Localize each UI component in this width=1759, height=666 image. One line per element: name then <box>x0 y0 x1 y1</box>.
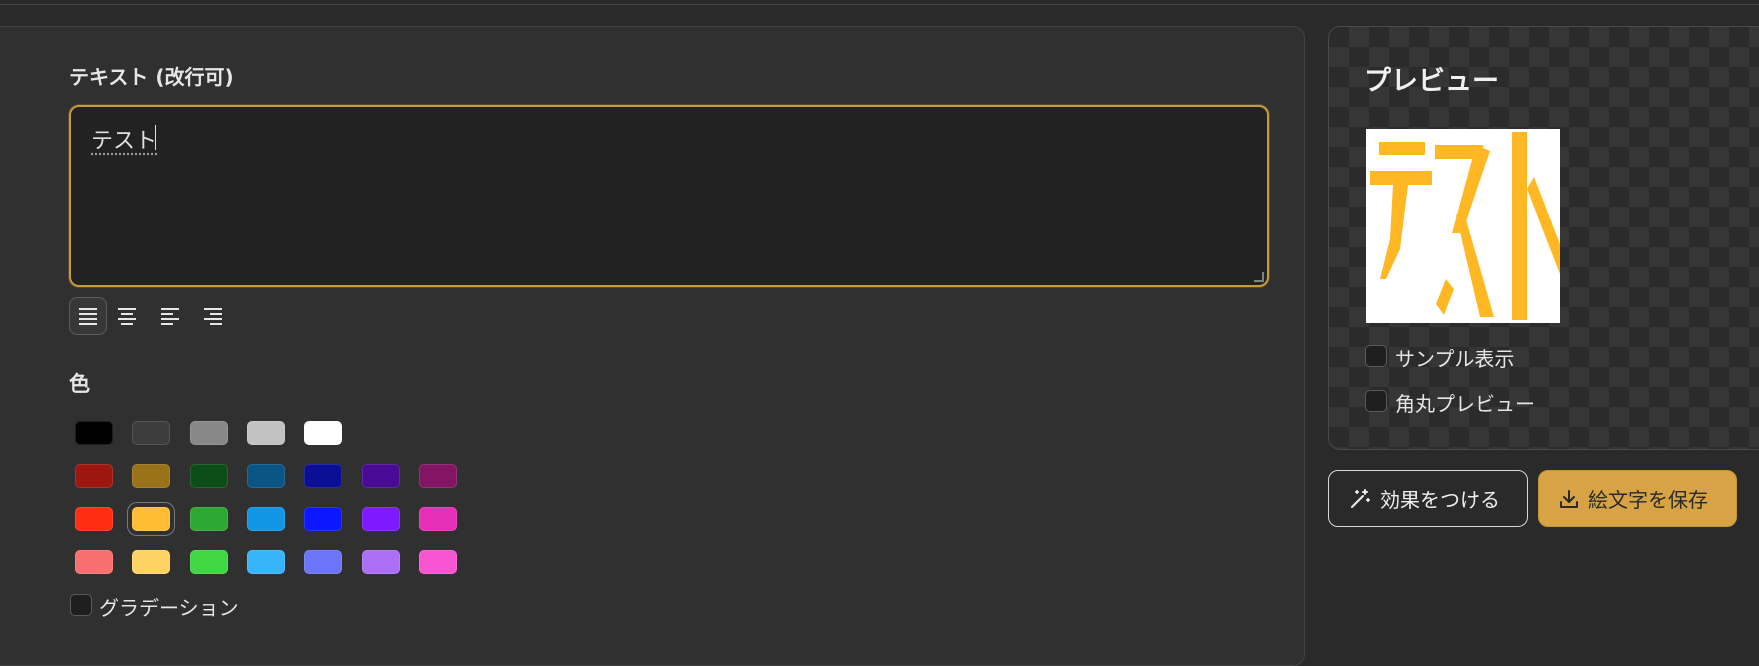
align-center-button[interactable] <box>108 297 146 335</box>
color-swatch[interactable] <box>75 550 113 574</box>
color-swatch[interactable] <box>419 464 457 488</box>
color-swatch[interactable] <box>304 464 342 488</box>
align-center-icon <box>118 308 136 325</box>
emoji-preview-image <box>1366 129 1560 323</box>
align-left-icon <box>161 308 179 325</box>
color-swatch[interactable] <box>75 464 113 488</box>
top-divider <box>0 4 1759 5</box>
rounded-preview-checkbox[interactable] <box>1365 390 1387 412</box>
color-swatch[interactable] <box>419 507 457 531</box>
save-emoji-label: 絵文字を保存 <box>1588 488 1708 512</box>
resize-handle[interactable] <box>1254 272 1264 282</box>
color-swatch[interactable] <box>75 507 113 531</box>
color-swatch[interactable] <box>362 550 400 574</box>
text-caret <box>155 125 156 150</box>
align-justify-button[interactable] <box>69 297 107 335</box>
text-field-label: テキスト (改行可) <box>69 65 234 89</box>
align-right-icon <box>204 308 222 325</box>
color-swatch[interactable] <box>247 550 285 574</box>
align-left-button[interactable] <box>151 297 189 335</box>
color-swatch[interactable] <box>132 421 170 445</box>
color-swatch[interactable] <box>132 507 170 531</box>
save-emoji-button[interactable]: 絵文字を保存 <box>1538 470 1737 527</box>
preview-title: プレビュー <box>1364 66 1499 97</box>
preview-panel: プレビュー サンプル表示 角丸プレビュー <box>1328 26 1759 450</box>
color-swatch[interactable] <box>190 507 228 531</box>
gradient-label: グラデーション <box>99 596 239 620</box>
color-swatch[interactable] <box>190 464 228 488</box>
color-swatch[interactable] <box>190 421 228 445</box>
sample-display-label: サンプル表示 <box>1395 347 1515 371</box>
color-swatch[interactable] <box>247 421 285 445</box>
gradient-checkbox[interactable] <box>70 594 92 616</box>
color-swatch[interactable] <box>304 507 342 531</box>
color-swatch[interactable] <box>304 421 342 445</box>
align-right-button[interactable] <box>194 297 232 335</box>
color-swatch[interactable] <box>304 550 342 574</box>
color-swatch[interactable] <box>362 464 400 488</box>
color-swatch[interactable] <box>132 464 170 488</box>
add-effect-label: 効果をつける <box>1380 488 1500 512</box>
emoji-text-value: テスト <box>91 129 158 154</box>
color-swatch[interactable] <box>190 550 228 574</box>
sample-display-checkbox[interactable] <box>1365 345 1387 367</box>
color-swatch[interactable] <box>362 507 400 531</box>
color-swatch[interactable] <box>247 464 285 488</box>
emoji-preview-glyphs <box>1370 132 1560 320</box>
add-effect-button[interactable]: 効果をつける <box>1328 470 1528 527</box>
color-section-label: 色 <box>69 372 90 396</box>
emoji-text-input[interactable]: テスト <box>69 105 1269 287</box>
color-swatch[interactable] <box>247 507 285 531</box>
rounded-preview-label: 角丸プレビュー <box>1395 392 1535 416</box>
color-swatch[interactable] <box>419 550 457 574</box>
color-swatch[interactable] <box>132 550 170 574</box>
color-swatch[interactable] <box>75 421 113 445</box>
download-icon <box>1560 489 1578 508</box>
align-justify-icon <box>79 308 97 325</box>
magic-wand-icon <box>1351 488 1370 508</box>
